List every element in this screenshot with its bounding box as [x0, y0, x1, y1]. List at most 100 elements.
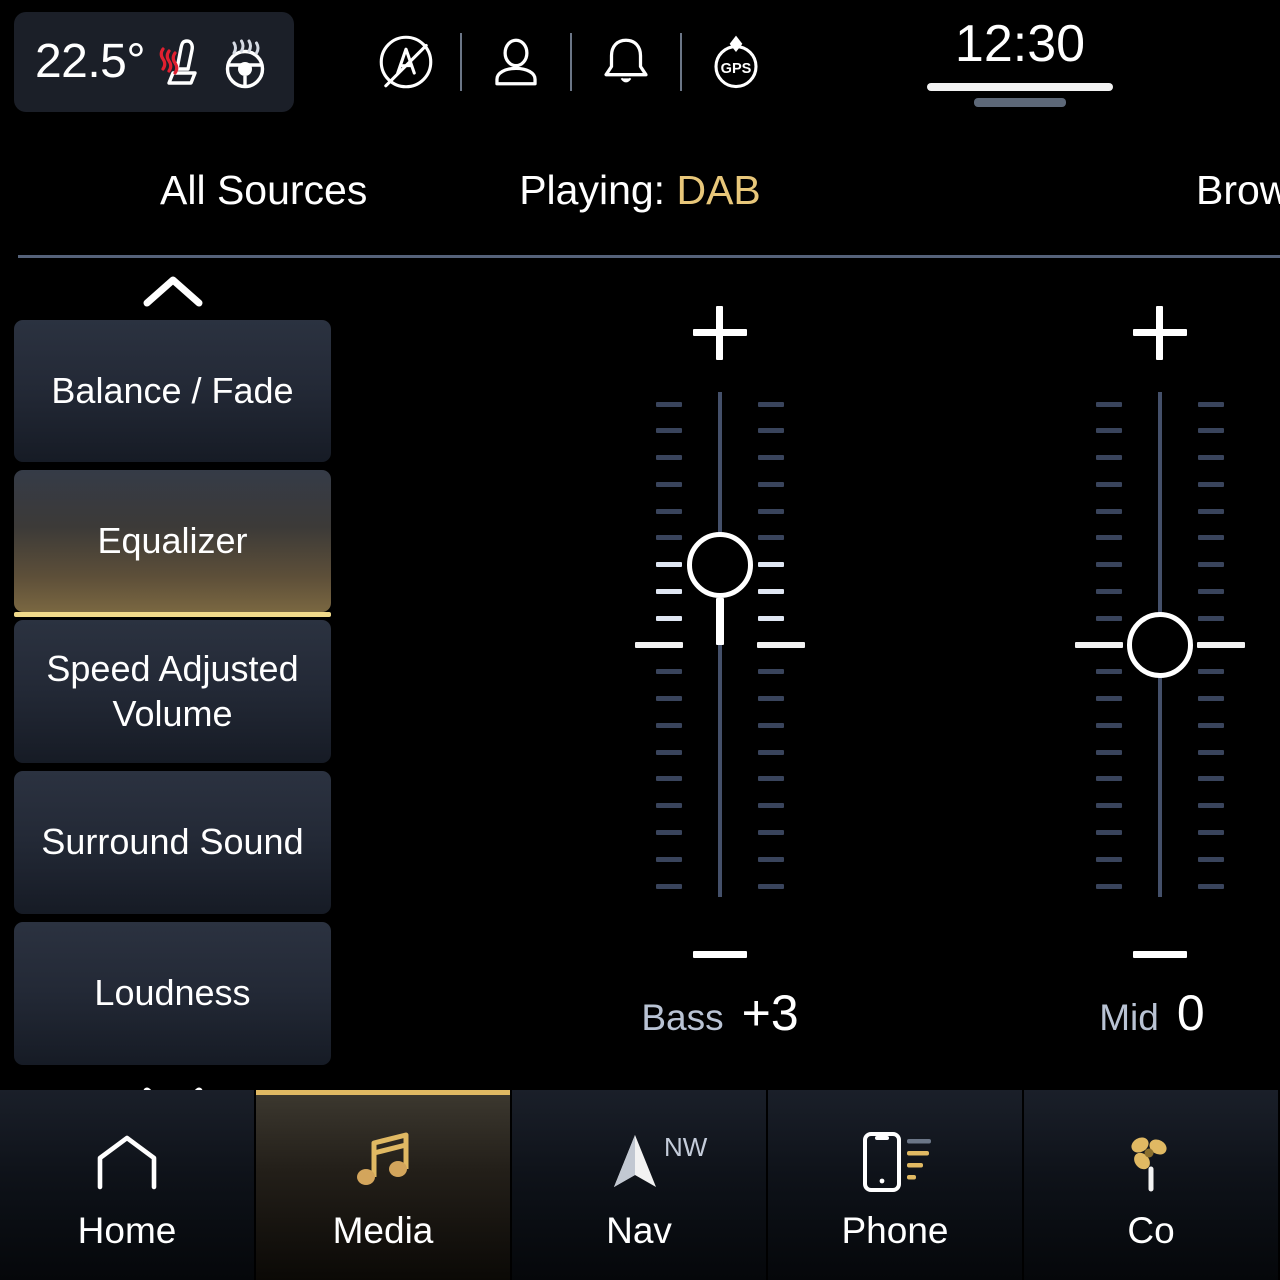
bass-label: Bass	[641, 997, 724, 1038]
slider-tick	[656, 722, 682, 728]
slider-tick	[1096, 803, 1122, 809]
music-note-icon	[350, 1126, 416, 1198]
mid-decrease-button[interactable]	[1125, 934, 1195, 974]
slider-tick	[1096, 829, 1122, 835]
svg-text:GPS: GPS	[721, 61, 752, 77]
mid-value: 0	[1176, 985, 1205, 1041]
eq-band-bass: Bass +3	[595, 262, 845, 1084]
slider-tick	[758, 401, 784, 407]
slider-tick	[656, 856, 682, 862]
status-divider	[570, 33, 572, 91]
slider-tick	[656, 588, 682, 594]
slider-tick	[1096, 669, 1122, 675]
slider-tick	[1198, 883, 1224, 889]
slider-tick	[758, 883, 784, 889]
bass-zero-mark-left	[635, 642, 683, 648]
nav-heading-label: NW	[664, 1132, 708, 1162]
tab-nav[interactable]: NW Nav	[512, 1090, 768, 1280]
tab-comfort[interactable]: Co	[1024, 1090, 1280, 1280]
sidebar-item-equalizer[interactable]: Equalizer	[14, 470, 331, 617]
now-playing-label[interactable]: Playing: DAB	[519, 167, 761, 214]
slider-tick	[1198, 856, 1224, 862]
gps-icon[interactable]: GPS	[690, 32, 782, 92]
slider-tick	[656, 481, 682, 487]
notification-bell-icon[interactable]	[580, 33, 672, 91]
tab-home[interactable]: Home	[0, 1090, 256, 1280]
climate-fan-icon	[1118, 1126, 1184, 1198]
slider-tick	[758, 803, 784, 809]
eq-band-mid: Mid 0	[1035, 262, 1280, 1084]
sidebar-scroll-up-button[interactable]	[0, 262, 345, 320]
slider-tick	[1096, 481, 1122, 487]
slider-tick	[1198, 508, 1224, 514]
now-playing-source: DAB	[676, 167, 761, 213]
sidebar-item-surround-sound[interactable]: Surround Sound	[14, 771, 331, 914]
slider-tick	[758, 588, 784, 594]
sidebar-item-balance-fade[interactable]: Balance / Fade	[14, 320, 331, 462]
sidebar-item-loudness[interactable]: Loudness	[14, 922, 331, 1065]
clock-underline	[927, 83, 1113, 92]
browse-button[interactable]: Brow	[1196, 167, 1280, 214]
tab-media[interactable]: Media	[256, 1090, 512, 1280]
equalizer-panel: Bass +3 Mid 0	[345, 262, 1280, 1084]
bottom-tab-bar: Home Media NW Nav Phone Co	[0, 1090, 1280, 1280]
tab-label: Nav	[606, 1210, 672, 1251]
slider-tick	[758, 749, 784, 755]
heated-seat-icon	[155, 33, 207, 91]
slider-tick	[1096, 562, 1122, 568]
drag-handle-indicator[interactable]	[974, 98, 1066, 108]
slider-tick	[1198, 562, 1224, 568]
mid-increase-button[interactable]	[1125, 298, 1195, 368]
bass-zero-mark-right	[757, 642, 805, 648]
heated-steering-wheel-icon	[217, 33, 273, 91]
bass-slider-track-area[interactable]	[595, 392, 845, 897]
tab-label: Phone	[841, 1210, 949, 1251]
bass-decrease-button[interactable]	[685, 934, 755, 974]
slider-tick	[758, 455, 784, 461]
bass-slider-handle[interactable]	[687, 531, 753, 598]
status-divider	[680, 33, 682, 91]
user-profile-icon[interactable]	[470, 33, 562, 91]
clock-widget[interactable]: 12:30	[925, 15, 1115, 108]
navigation-arrow-icon: NW	[610, 1126, 707, 1198]
slider-tick	[1096, 749, 1122, 755]
slider-tick	[758, 776, 784, 782]
slider-tick	[656, 696, 682, 702]
slider-tick	[758, 856, 784, 862]
mid-slider-handle[interactable]	[1127, 612, 1193, 678]
slider-tick	[1096, 455, 1122, 461]
slider-tick	[1096, 856, 1122, 862]
sidebar-item-label: Loudness	[94, 972, 251, 1014]
mid-slider-track-area[interactable]	[1035, 392, 1280, 897]
auto-start-stop-icon[interactable]	[360, 29, 452, 95]
climate-status-pill[interactable]: 22.5°	[14, 12, 294, 112]
bass-increase-button[interactable]	[685, 298, 755, 368]
tab-label: Co	[1127, 1210, 1175, 1251]
slider-tick	[1198, 401, 1224, 407]
status-divider	[460, 33, 462, 91]
slider-tick	[656, 562, 682, 568]
slider-tick	[1198, 749, 1224, 755]
plus-icon	[716, 306, 723, 360]
tab-label: Media	[332, 1210, 434, 1251]
mid-zero-mark-left	[1075, 642, 1123, 648]
clock-time: 12:30	[954, 15, 1086, 73]
sidebar-item-speed-adjusted-volume[interactable]: Speed Adjusted Volume	[14, 620, 331, 763]
status-bar: 22.5° GPS 12:30	[0, 0, 1280, 122]
temperature-value: 22.5°	[34, 35, 146, 88]
slider-tick	[758, 481, 784, 487]
tab-phone[interactable]: Phone	[768, 1090, 1024, 1280]
tab-label: Home	[77, 1210, 177, 1251]
slider-tick	[1198, 615, 1224, 621]
audio-settings-sidebar: Balance / Fade Equalizer Speed Adjusted …	[0, 262, 345, 1118]
slider-tick	[1198, 829, 1224, 835]
phone-icon	[855, 1126, 935, 1198]
slider-tick	[656, 535, 682, 541]
sidebar-item-label: Balance / Fade	[51, 369, 294, 411]
slider-tick	[1096, 508, 1122, 514]
all-sources-button[interactable]: All Sources	[160, 167, 367, 214]
sidebar-item-label: Speed Adjusted Volume	[46, 647, 299, 734]
slider-tick	[758, 722, 784, 728]
slider-tick	[656, 428, 682, 434]
slider-tick	[1096, 615, 1122, 621]
